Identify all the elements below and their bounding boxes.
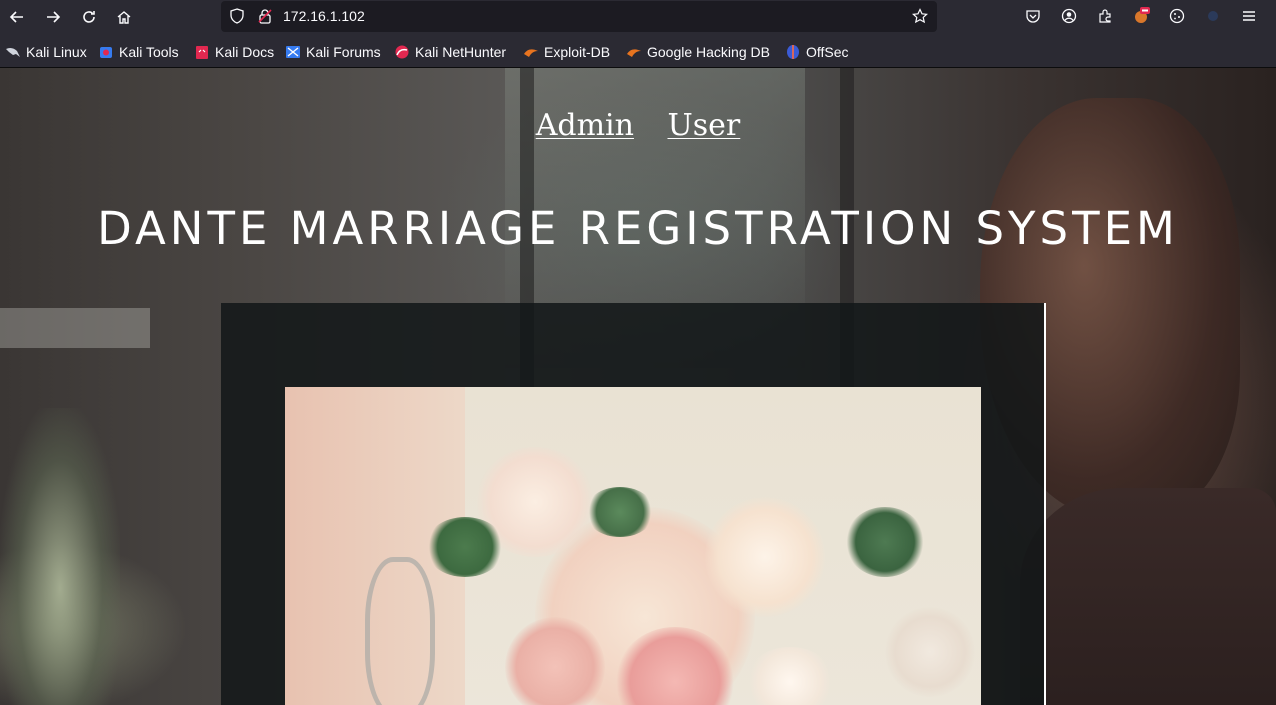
browser-toolbar: 172.16.1.102 [0, 0, 1276, 34]
ghdb-icon [626, 44, 642, 60]
bookmark-label: Kali Forums [306, 44, 381, 60]
home-icon [117, 11, 131, 24]
background-table [0, 308, 150, 348]
exploit-db-icon [523, 44, 539, 60]
extension-dot-icon[interactable] [1204, 7, 1222, 25]
bookmark-label: Google Hacking DB [647, 44, 770, 60]
extensions-icon[interactable] [1096, 7, 1114, 25]
rose [705, 497, 825, 617]
kali-dragon-icon [5, 44, 21, 60]
bookmark-kali-forums[interactable]: Kali Forums [285, 43, 381, 61]
url-text[interactable]: 172.16.1.102 [283, 8, 365, 24]
bookmark-label: Kali Linux [26, 44, 87, 60]
white-flower [745, 647, 835, 705]
account-icon[interactable] [1060, 7, 1078, 25]
background-flowers [0, 408, 120, 705]
foxyproxy-icon[interactable] [1132, 7, 1150, 25]
cookie-icon[interactable] [1168, 7, 1186, 25]
bookmark-kali-nethunter[interactable]: Kali NetHunter [394, 43, 506, 61]
bookmark-kali-tools[interactable]: Kali Tools [98, 43, 179, 61]
insecure-lock-icon[interactable] [257, 8, 273, 24]
shoe [365, 557, 435, 705]
back-button[interactable] [5, 5, 29, 29]
bookmark-label: Exploit-DB [544, 44, 611, 60]
kali-forums-icon [285, 44, 301, 60]
bookmark-exploit-db[interactable]: Exploit-DB [523, 43, 610, 61]
forward-button[interactable] [41, 5, 65, 29]
reload-icon [83, 11, 95, 23]
nav-user-link[interactable]: User [668, 108, 741, 143]
tracking-shield-icon[interactable] [229, 8, 245, 24]
kali-docs-icon [194, 44, 210, 60]
bookmark-google-hacking-db[interactable]: Google Hacking DB [626, 43, 770, 61]
forward-arrow-icon [47, 11, 61, 23]
menu-hamburger-icon[interactable] [1240, 7, 1258, 25]
page-title: DANTE MARRIAGE REGISTRATION SYSTEM [97, 202, 1179, 255]
content-panel [221, 303, 1046, 705]
background-person-shoulder [1020, 488, 1276, 705]
bookmark-star-icon[interactable] [912, 8, 928, 24]
pocket-icon[interactable] [1024, 7, 1042, 25]
bookmark-label: Kali Docs [215, 44, 275, 60]
top-nav: Admin User [0, 108, 1276, 143]
nav-admin-link[interactable]: Admin [536, 108, 634, 143]
bookmark-label: OffSec [806, 44, 849, 60]
reload-button[interactable] [77, 5, 101, 29]
bookmarks-toolbar: Kali Linux Kali Tools Kali Docs Kali For… [0, 34, 1276, 68]
web-page: Admin User DANTE MARRIAGE REGISTRATION S… [0, 68, 1276, 705]
back-arrow-icon [9, 11, 23, 23]
offsec-icon [785, 44, 801, 60]
address-bar[interactable]: 172.16.1.102 [221, 1, 937, 32]
bouquet-photo [285, 387, 981, 705]
bookmark-offsec[interactable]: OffSec [785, 43, 849, 61]
bookmark-kali-linux[interactable]: Kali Linux [5, 43, 87, 61]
leaf [425, 517, 505, 577]
bookmark-label: Kali Tools [119, 44, 179, 60]
white-flower [885, 607, 975, 697]
leaf [845, 507, 925, 577]
home-button[interactable] [112, 5, 136, 29]
leaf [585, 487, 655, 537]
bookmark-kali-docs[interactable]: Kali Docs [194, 43, 274, 61]
bookmark-label: Kali NetHunter [415, 44, 507, 60]
kali-nethunter-icon [394, 44, 410, 60]
kali-tools-icon [98, 44, 114, 60]
